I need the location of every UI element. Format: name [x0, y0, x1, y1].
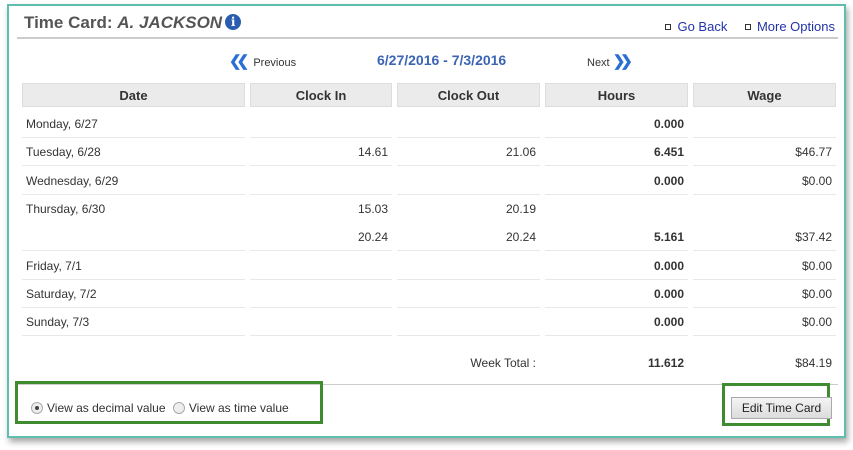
table-cell-out	[397, 167, 540, 195]
table-cell-date: Monday, 6/27	[22, 110, 245, 138]
table-cell-out: 20.24	[397, 223, 540, 252]
week-total-label: Week Total :	[470, 356, 536, 370]
table-cell-out: 21.06	[397, 138, 540, 167]
table-cell-in: 14.61	[250, 138, 392, 167]
column-header-date: Date	[22, 83, 245, 107]
time-radio[interactable]: View as time value	[172, 401, 289, 415]
table-cell-hours: 0.000	[545, 167, 688, 195]
table-cell-wage: $46.77	[693, 138, 836, 167]
table-cell-hours: 5.161	[545, 223, 688, 252]
table-cell-in	[250, 110, 392, 138]
table-cell-wage: $0.00	[693, 308, 836, 337]
table-cell-in	[250, 308, 392, 337]
table-cell-out: 20.19	[505, 201, 536, 216]
table-cell-in: 20.24	[250, 223, 392, 252]
edit-time-card-button[interactable]: Edit Time Card	[731, 397, 832, 419]
table-cell-in	[250, 167, 392, 195]
table-cell-date: Wednesday, 6/29	[22, 167, 245, 195]
table-cell-wage	[693, 110, 836, 138]
table-cell-wage: $37.42	[693, 223, 836, 252]
table-cell-wage: $0.00	[693, 167, 836, 195]
next-button[interactable]: Next ❯❯	[587, 52, 633, 70]
table-cell-hours: 0.000	[545, 308, 688, 337]
table-cell-hours: 0.000	[545, 252, 688, 280]
date-range: 6/27/2016 - 7/3/2016	[377, 52, 507, 68]
week-total-wage: $84.19	[795, 356, 832, 370]
employee-name: A. JACKSON	[117, 13, 223, 32]
table-cell-date	[22, 223, 245, 252]
column-header-clock-out: Clock Out	[397, 83, 540, 107]
view-options: View as decimal value View as time value	[31, 401, 289, 415]
table-cell-wage: $0.00	[693, 252, 836, 280]
table-cell-in	[250, 280, 392, 308]
bullet-icon	[744, 24, 751, 30]
table-cell-hours	[545, 195, 688, 223]
previous-button[interactable]: ❮❮ Previous	[229, 52, 296, 70]
double-chevron-left-icon: ❮❮	[229, 53, 249, 70]
table-cell-out	[397, 110, 540, 138]
table-cell-wage: $0.00	[693, 280, 836, 308]
table-cell-hours: 6.451	[545, 138, 688, 167]
table-cell-out	[397, 252, 540, 280]
bullet-icon	[665, 24, 672, 30]
decimal-radio[interactable]: View as decimal value	[31, 401, 166, 415]
table-cell-date: Tuesday, 6/28	[22, 138, 245, 167]
info-icon[interactable]: i	[225, 14, 242, 30]
column-header-hours: Hours	[545, 83, 688, 107]
table-cell-in	[250, 252, 392, 280]
header-divider	[17, 37, 838, 39]
more-options-link[interactable]: More Options	[757, 19, 835, 34]
week-total-hours: 11.612	[647, 356, 684, 370]
table-cell-hours: 0.000	[545, 110, 688, 138]
double-chevron-right-icon: ❯❯	[612, 53, 633, 70]
table-cell-out	[397, 308, 540, 337]
table-cell-hours: 0.000	[545, 280, 688, 308]
page-title: Time Card: A. JACKSON i	[24, 13, 242, 33]
table-cell-date: Sunday, 7/3	[22, 308, 245, 337]
table-cell-wage	[693, 195, 836, 223]
table-cell-date: Saturday, 7/2	[22, 280, 245, 308]
column-header-wage: Wage	[693, 83, 836, 107]
table-cell-out	[397, 280, 540, 308]
column-header-clock-in: Clock In	[250, 83, 392, 107]
go-back-link[interactable]: Go Back	[677, 19, 727, 34]
table-cell-date: Friday, 7/1	[22, 252, 245, 280]
table-cell-in: 15.03	[357, 201, 388, 216]
table-cell-date: Thursday, 6/30	[26, 201, 106, 216]
